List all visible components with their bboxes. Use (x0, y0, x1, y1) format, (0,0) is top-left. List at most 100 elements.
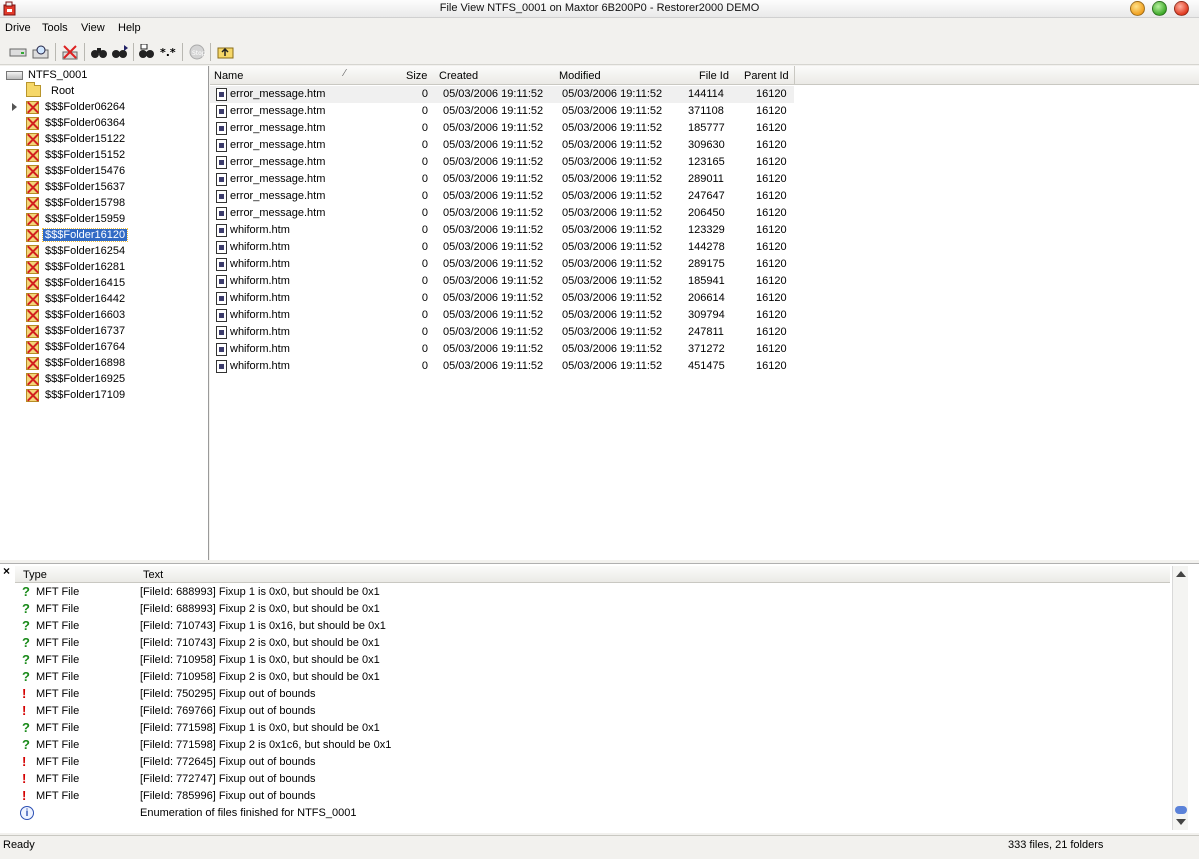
file-row[interactable]: whiform.htm 0 05/03/2006 19:11:52 05/03/200… (210, 358, 794, 375)
tree-folder-node[interactable]: $$$Folder15637 (26, 179, 127, 195)
file-list-header-filler (794, 66, 1199, 85)
close-icon[interactable]: × (3, 564, 10, 578)
log-row[interactable]: ? MFT File [FileId: 688993] Fixup 2 is 0x0… (15, 601, 1170, 618)
tree-folder-node[interactable]: $$$Folder06264 (26, 99, 127, 115)
log-row[interactable]: ? MFT File [FileId: 688993] Fixup 1 is 0x0… (15, 584, 1170, 601)
tree-root-node[interactable]: Root (26, 82, 76, 99)
parent-id: 16120 (756, 292, 787, 304)
parent-id: 16120 (756, 258, 787, 270)
file-size: 0 (421, 105, 428, 117)
log-row[interactable]: ? MFT File [FileId: 710743] Fixup 1 is 0x1… (15, 618, 1170, 635)
log-row[interactable]: ! MFT File [FileId: 785996] Fixup out of b… (15, 788, 1170, 805)
column-name[interactable]: Name (214, 70, 243, 82)
file-row[interactable]: whiform.htm 0 05/03/2006 19:11:52 05/03/200… (210, 222, 794, 239)
menu-drive[interactable]: Drive (5, 22, 31, 34)
file-row[interactable]: error_message.htm 0 05/03/2006 19:11:52 05/… (210, 188, 794, 205)
log-row[interactable]: ! MFT File [FileId: 772747] Fixup out of b… (15, 771, 1170, 788)
tree-folder-node[interactable]: $$$Folder15122 (26, 131, 127, 147)
column-text[interactable]: Text (143, 569, 163, 581)
file-row[interactable]: whiform.htm 0 05/03/2006 19:11:52 05/03/200… (210, 307, 794, 324)
tree-folder-node[interactable]: $$$Folder16254 (26, 243, 127, 259)
scroll-down-icon[interactable] (1176, 819, 1186, 825)
html-file-icon (216, 207, 227, 220)
file-row[interactable]: error_message.htm 0 05/03/2006 19:11:52 05/… (210, 137, 794, 154)
log-row[interactable]: ! MFT File [FileId: 769766] Fixup out of b… (15, 703, 1170, 720)
tree-folder-node[interactable]: $$$Folder16898 (26, 355, 127, 371)
column-type[interactable]: Type (23, 569, 47, 581)
tree-folder-node[interactable]: $$$Folder16925 (26, 371, 127, 387)
find-file-icon[interactable] (137, 42, 157, 62)
file-row[interactable]: error_message.htm 0 05/03/2006 19:11:52 05/… (210, 103, 794, 120)
drive-icon[interactable] (8, 42, 28, 62)
question-icon: ? (22, 635, 30, 650)
column-created[interactable]: Created (439, 70, 478, 82)
file-row[interactable]: whiform.htm 0 05/03/2006 19:11:52 05/03/200… (210, 273, 794, 290)
close-button[interactable] (1174, 1, 1189, 16)
tree-folder-node[interactable]: $$$Folder16120 (26, 227, 129, 243)
file-row[interactable]: whiform.htm 0 05/03/2006 19:11:52 05/03/200… (210, 341, 794, 358)
log-row[interactable]: ? MFT File [FileId: 771598] Fixup 1 is 0x0… (15, 720, 1170, 737)
file-created: 05/03/2006 19:11:52 (443, 88, 544, 100)
log-row[interactable]: ? MFT File [FileId: 710958] Fixup 2 is 0x0… (15, 669, 1170, 686)
menu-view[interactable]: View (81, 22, 105, 34)
file-id: 451475 (688, 360, 725, 372)
minimize-button[interactable] (1130, 1, 1145, 16)
file-row[interactable]: error_message.htm 0 05/03/2006 19:11:52 05/… (210, 171, 794, 188)
file-row[interactable]: whiform.htm 0 05/03/2006 19:11:52 05/03/200… (210, 256, 794, 273)
column-file-id[interactable]: File Id (699, 70, 729, 82)
file-row[interactable]: error_message.htm 0 05/03/2006 19:11:52 05/… (210, 86, 794, 103)
scroll-thumb[interactable] (1175, 806, 1187, 814)
tree-folder-node[interactable]: $$$Folder15959 (26, 211, 127, 227)
disconnect-icon[interactable] (60, 42, 80, 62)
find-next-icon[interactable] (110, 42, 130, 62)
file-row[interactable]: error_message.htm 0 05/03/2006 19:11:52 05/… (210, 120, 794, 137)
search-scan-icon[interactable] (31, 42, 51, 62)
stop-icon[interactable]: Stop (187, 42, 207, 62)
tree-folder-node[interactable]: $$$Folder16281 (26, 259, 127, 275)
tree-folder-node[interactable]: $$$Folder16442 (26, 291, 127, 307)
tree-folder-node[interactable]: $$$Folder06364 (26, 115, 127, 131)
column-parent-id[interactable]: Parent Id (744, 70, 789, 82)
menu-help[interactable]: Help (118, 22, 141, 34)
tree-folder-node[interactable]: $$$Folder16603 (26, 307, 127, 323)
menu-tools[interactable]: Tools (42, 22, 68, 34)
log-type: MFT File (36, 620, 80, 632)
file-id: 144278 (688, 241, 725, 253)
window-title: File View NTFS_0001 on Maxtor 6B200P0 - … (439, 2, 760, 14)
column-modified[interactable]: Modified (559, 70, 601, 82)
log-row[interactable]: ! MFT File [FileId: 772645] Fixup out of b… (15, 754, 1170, 771)
find-icon[interactable] (89, 42, 109, 62)
column-size[interactable]: Size (406, 70, 427, 82)
tree-folder-node[interactable]: $$$Folder15476 (26, 163, 127, 179)
file-row[interactable]: whiform.htm 0 05/03/2006 19:11:52 05/03/200… (210, 239, 794, 256)
file-row[interactable]: whiform.htm 0 05/03/2006 19:11:52 05/03/200… (210, 324, 794, 341)
log-row[interactable]: ? MFT File [FileId: 710743] Fixup 2 is 0x0… (15, 635, 1170, 652)
tree-folder-node[interactable]: $$$Folder17109 (26, 387, 127, 403)
tree-folder-node[interactable]: $$$Folder16737 (26, 323, 127, 339)
file-size: 0 (421, 190, 428, 202)
tree-drive-node[interactable]: NTFS_0001 (6, 67, 89, 83)
log-row[interactable]: ? MFT File [FileId: 710958] Fixup 1 is 0x0… (15, 652, 1170, 669)
file-row[interactable]: whiform.htm 0 05/03/2006 19:11:52 05/03/200… (210, 290, 794, 307)
scroll-up-icon[interactable] (1176, 571, 1186, 577)
question-icon: ? (22, 618, 30, 633)
log-row[interactable]: i Enumeration of files finished for NTFS_… (15, 805, 1170, 822)
tree-folder-node[interactable]: $$$Folder15152 (26, 147, 127, 163)
tree-folder-node[interactable]: $$$Folder15798 (26, 195, 127, 211)
folder-tree[interactable]: NTFS_0001 Root $$$Folder06264 $$$Folder06… (0, 66, 209, 560)
file-row[interactable]: error_message.htm 0 05/03/2006 19:11:52 05/… (210, 154, 794, 171)
mask-icon[interactable]: *.* (158, 42, 178, 62)
expand-arrow-icon[interactable] (12, 103, 17, 111)
log-row[interactable]: ? MFT File [FileId: 771598] Fixup 2 is 0x1… (15, 737, 1170, 754)
log-scrollbar[interactable] (1172, 566, 1188, 830)
log-message: [FileId: 688993] Fixup 1 is 0x0, but sho… (140, 586, 380, 598)
sort-indicator-icon: ⁄ (344, 68, 346, 79)
file-row[interactable]: error_message.htm 0 05/03/2006 19:11:52 05/… (210, 205, 794, 222)
maximize-button[interactable] (1152, 1, 1167, 16)
html-file-icon (216, 275, 227, 288)
tree-folder-node[interactable]: $$$Folder16415 (26, 275, 127, 291)
log-row[interactable]: ! MFT File [FileId: 750295] Fixup out of b… (15, 686, 1170, 703)
tree-folder-node[interactable]: $$$Folder16764 (26, 339, 127, 355)
up-folder-icon[interactable] (216, 42, 236, 62)
file-list[interactable]: Name ⁄ Size Created Modified File Id Par… (210, 66, 1199, 560)
